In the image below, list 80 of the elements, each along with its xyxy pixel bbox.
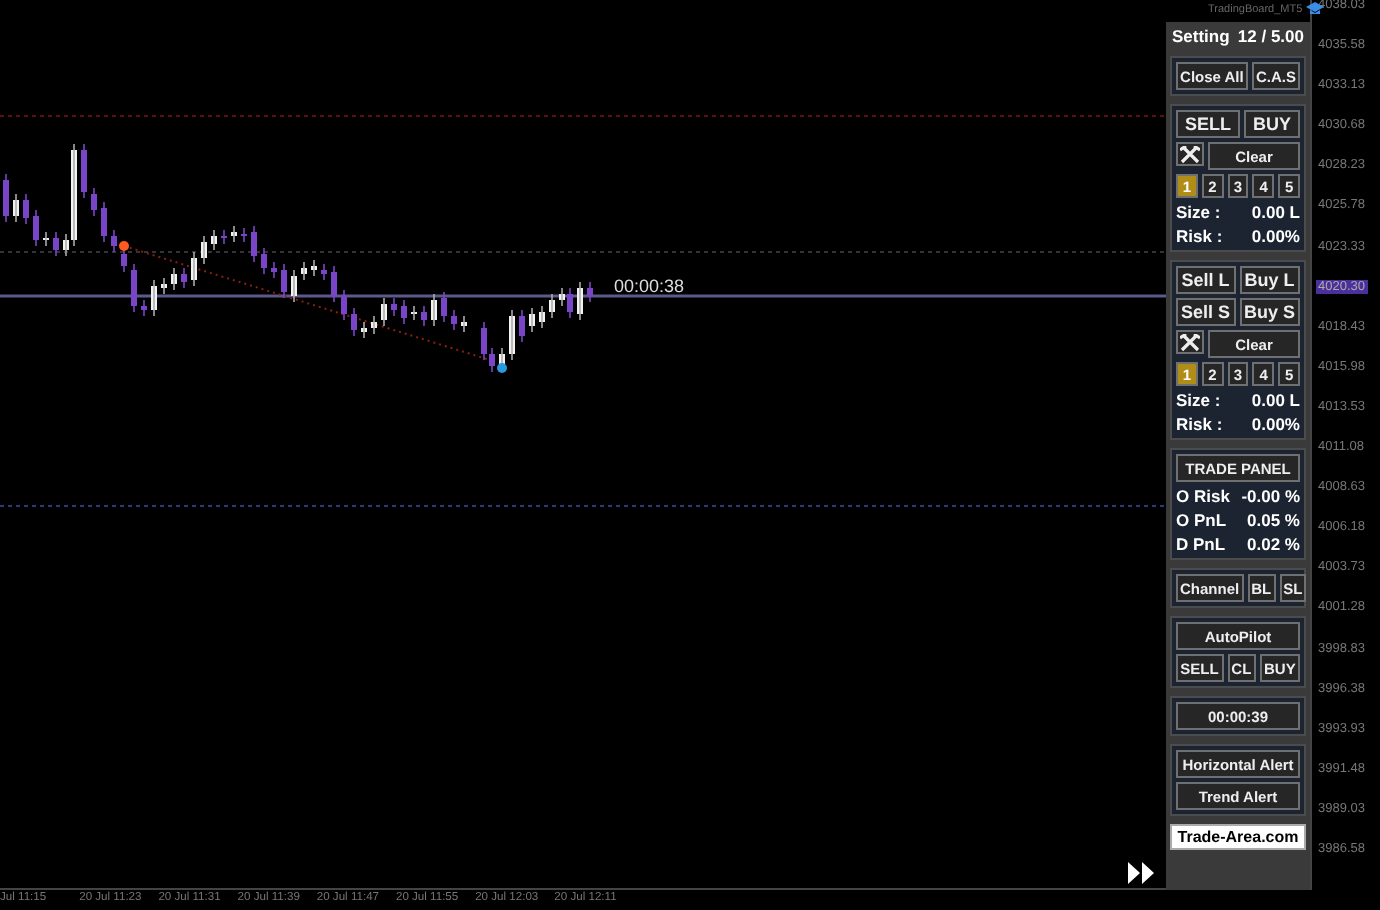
size-value: 0.00 L xyxy=(1251,202,1300,222)
candle xyxy=(23,193,29,225)
candle xyxy=(151,279,157,317)
candle xyxy=(509,309,515,361)
risk-label: Risk : xyxy=(1176,226,1223,246)
candle xyxy=(261,247,267,275)
setting-label: Setting xyxy=(1172,26,1230,46)
candle xyxy=(101,201,107,243)
candle xyxy=(529,307,535,333)
panel-button[interactable]: Buy L xyxy=(1239,266,1300,294)
tools-icon[interactable] xyxy=(1176,330,1204,354)
candle xyxy=(43,231,49,247)
candle xyxy=(411,305,417,321)
stat-value: 0.05 % xyxy=(1247,510,1300,530)
candle xyxy=(171,267,177,291)
setting-value: 12 / 5.00 xyxy=(1237,26,1304,46)
candle xyxy=(91,187,97,217)
candle xyxy=(549,293,555,319)
candle xyxy=(271,261,277,279)
candle xyxy=(231,225,237,243)
candle xyxy=(131,263,137,313)
panel-button[interactable]: SELL xyxy=(1176,110,1240,138)
risk-value: 0.00% xyxy=(1251,226,1300,246)
candle xyxy=(301,261,307,281)
candle xyxy=(421,305,427,327)
candle xyxy=(161,277,167,295)
candle xyxy=(331,265,337,303)
candle xyxy=(111,229,117,253)
candle xyxy=(587,281,593,303)
size-value: 0.00 L xyxy=(1251,390,1300,410)
countdown-text: 00:00:38 xyxy=(614,276,685,296)
risk-label: Risk : xyxy=(1176,414,1223,434)
candle xyxy=(351,307,357,337)
candle xyxy=(13,193,19,223)
candle xyxy=(461,315,467,333)
candle xyxy=(141,299,147,317)
candle xyxy=(441,291,447,323)
candle xyxy=(341,289,347,321)
risk-value: 0.00% xyxy=(1251,414,1300,434)
candle xyxy=(519,309,525,343)
candle xyxy=(451,309,457,331)
candle xyxy=(381,297,387,327)
stat-label: D PnL xyxy=(1176,534,1226,554)
candle xyxy=(577,281,583,321)
candle xyxy=(291,269,297,303)
candle xyxy=(391,297,397,317)
panel-button[interactable]: Sell S xyxy=(1176,298,1235,326)
marker-icon xyxy=(497,363,507,373)
candle xyxy=(281,263,287,299)
panel-button[interactable]: Sell L xyxy=(1176,266,1235,294)
brand-link[interactable]: Trade-Area.com xyxy=(1170,824,1306,850)
size-label: Size : xyxy=(1176,390,1221,410)
panel-button[interactable]: BUY xyxy=(1244,110,1300,138)
candle xyxy=(81,143,87,199)
candle xyxy=(181,267,187,289)
candle xyxy=(321,263,327,281)
stat-label: O PnL xyxy=(1176,510,1227,530)
tools-icon[interactable] xyxy=(1176,142,1204,166)
stat-value: -0.00 % xyxy=(1241,486,1300,506)
candle xyxy=(33,209,39,247)
fast-forward-icon[interactable] xyxy=(1128,862,1156,884)
candle xyxy=(201,235,207,265)
stat-value: 0.02 % xyxy=(1247,534,1300,554)
candle xyxy=(3,173,9,223)
candle xyxy=(53,231,59,257)
candle xyxy=(191,251,197,287)
candle xyxy=(371,315,377,335)
stat-label: O Risk xyxy=(1176,486,1230,506)
candle xyxy=(311,259,317,277)
marker-icon xyxy=(119,241,129,251)
candle xyxy=(361,321,367,339)
candle xyxy=(221,229,227,245)
panel-button[interactable]: Buy S xyxy=(1239,298,1300,326)
size-label: Size : xyxy=(1176,202,1221,222)
candle xyxy=(431,293,437,327)
candle xyxy=(539,305,545,329)
candle xyxy=(211,229,217,251)
candle xyxy=(241,227,247,243)
candle xyxy=(251,225,257,263)
candle xyxy=(401,299,407,325)
